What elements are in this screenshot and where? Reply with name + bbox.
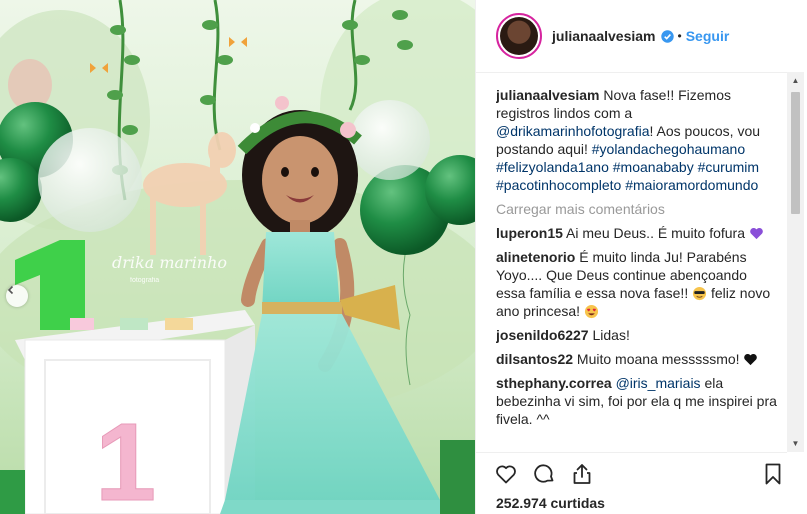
avatar-image (500, 17, 538, 55)
photo-illustration: drika marinho fotografia 1 (0, 0, 475, 514)
comment: sthephany.correa @iris_mariais ela bebez… (496, 374, 778, 428)
hashtag[interactable]: #moanababy (613, 159, 694, 175)
caption-username[interactable]: julianaalvesiam (496, 87, 600, 103)
comment-text: Lidas! (592, 327, 630, 343)
comment: dilsantos22 Muito moana messsssmo! (496, 350, 778, 368)
box-number: 1 (95, 401, 156, 514)
instagram-post: drika marinho fotografia 1 julianaalvesi… (0, 0, 807, 514)
comments-list[interactable]: julianaalvesiam Nova fase!! Fizemos regi… (496, 86, 778, 452)
comment-username[interactable]: sthephany.correa (496, 375, 612, 391)
hashtag[interactable]: #felizyolanda1ano (496, 159, 609, 175)
comment-username[interactable]: alinetenorio (496, 249, 575, 265)
comments-scrollbar[interactable]: ▲ ▼ (787, 72, 804, 452)
caption: julianaalvesiam Nova fase!! Fizemos regi… (496, 86, 778, 194)
scroll-up-arrow-icon[interactable]: ▲ (787, 72, 804, 89)
comment-text: Muito moana messsssmo! (576, 351, 740, 367)
post-header: julianaalvesiam • Seguir (476, 0, 787, 72)
save-button[interactable] (759, 460, 787, 488)
share-button[interactable] (568, 460, 596, 488)
post-photo[interactable]: drika marinho fotografia 1 (0, 0, 475, 514)
watermark-sub: fotografia (130, 277, 159, 284)
comment-username[interactable]: luperon15 (496, 225, 563, 241)
heart-icon (496, 465, 516, 484)
watermark: drika marinho (112, 253, 227, 272)
avatar[interactable] (496, 13, 542, 59)
black-heart-icon (744, 353, 758, 366)
heart-eyes-face-icon (584, 304, 599, 319)
comment-username[interactable]: josenildo6227 (496, 327, 589, 343)
header-divider (476, 72, 787, 73)
likes-count[interactable]: 252.974 curtidas (496, 495, 605, 511)
comment-text: Ai meu Deus.. É muito fofura (566, 225, 745, 241)
comment-username[interactable]: dilsantos22 (496, 351, 573, 367)
hashtag[interactable]: #pacotinhocompleto (496, 177, 621, 193)
actions-divider (476, 452, 787, 453)
caption-mention[interactable]: @drikamarinhofotografia (496, 123, 650, 139)
bookmark-icon (765, 463, 781, 485)
purple-heart-icon (750, 227, 763, 240)
follow-button[interactable]: Seguir (686, 28, 730, 44)
share-icon (573, 464, 591, 484)
previous-photo-button[interactable] (6, 285, 28, 307)
header-username[interactable]: julianaalvesiam (552, 28, 656, 44)
hashtag[interactable]: #yolandachegohaumano (592, 141, 745, 157)
comment-mention[interactable]: @iris_mariais (616, 375, 701, 391)
load-more-comments-button[interactable]: Carregar mais comentários (496, 200, 778, 218)
post-actions (476, 460, 787, 490)
comment: luperon15 Ai meu Deus.. É muito fofura (496, 224, 778, 242)
comment: josenildo6227 Lidas! (496, 326, 778, 344)
like-button[interactable] (492, 460, 520, 488)
comment-bubble-icon (534, 464, 554, 483)
comment-button[interactable] (530, 460, 558, 488)
chevron-left-icon (7, 285, 14, 295)
scrollbar-thumb[interactable] (791, 92, 800, 214)
comment: alinetenorio É muito linda Ju! Parabéns … (496, 248, 778, 320)
hashtag[interactable]: #curumim (698, 159, 759, 175)
verified-badge-icon (660, 29, 674, 43)
separator-dot: • (677, 29, 682, 43)
scroll-down-arrow-icon[interactable]: ▼ (787, 435, 804, 452)
hashtag[interactable]: #maioramordomundo (625, 177, 758, 193)
sunglasses-face-icon (693, 286, 707, 301)
post-side-panel: julianaalvesiam • Seguir julianaalvesiam… (475, 0, 807, 514)
